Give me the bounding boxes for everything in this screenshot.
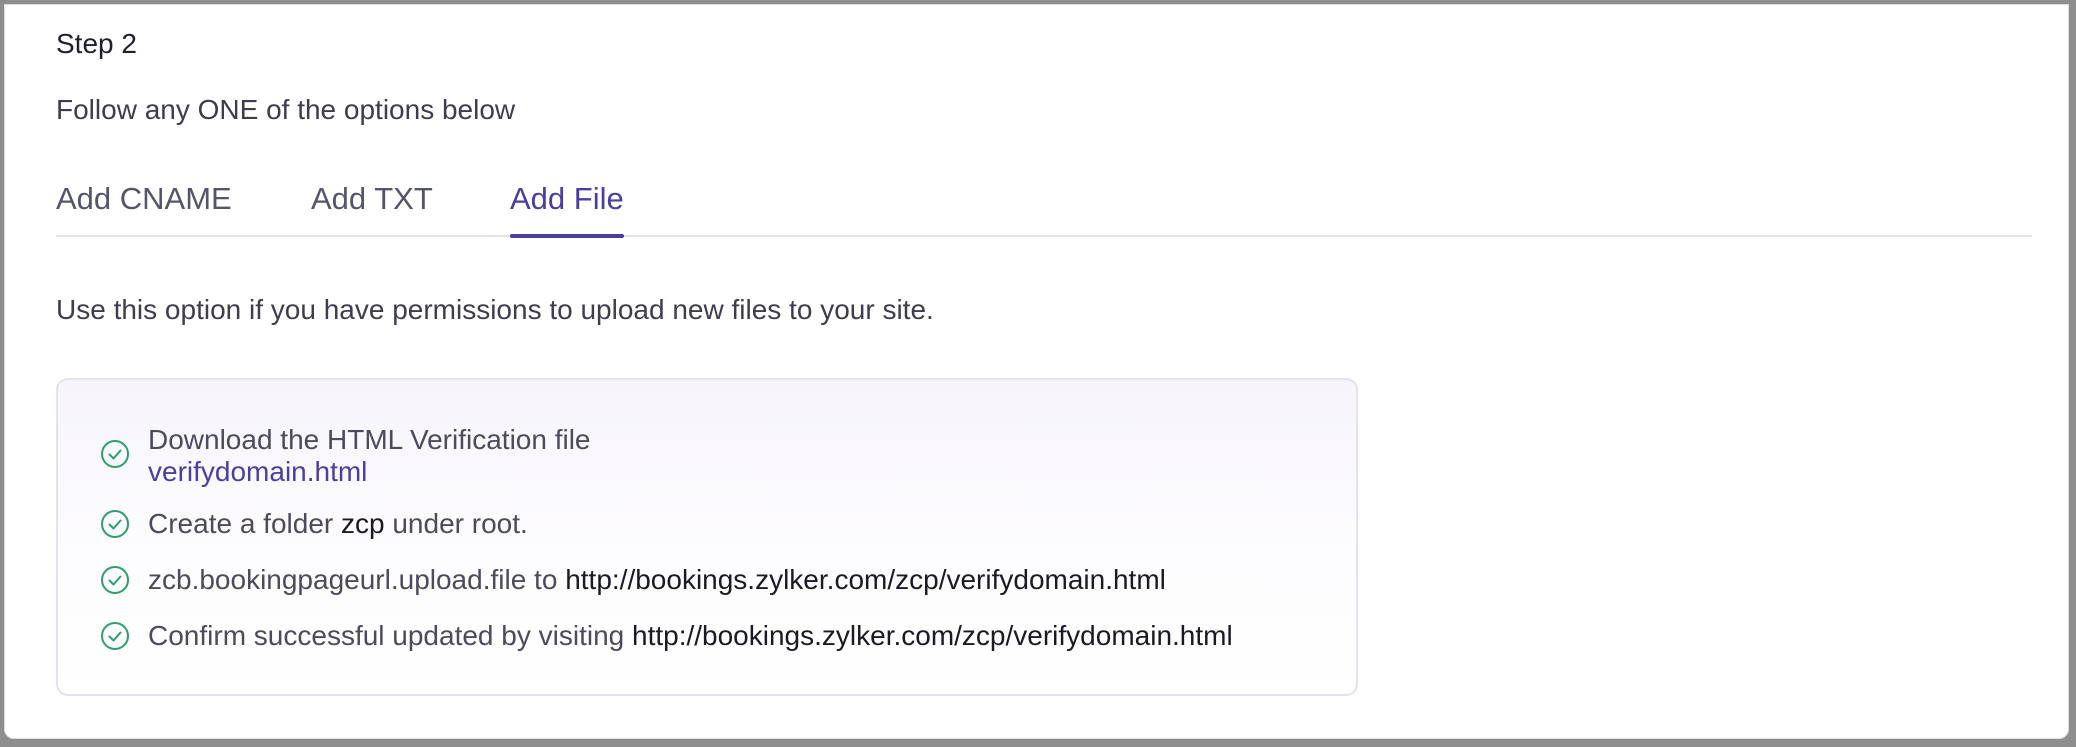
instruction-upload-text: zcb.bookingpageurl.upload.file to http:/… — [148, 564, 1166, 596]
confirm-prefix: Confirm successful updated by visiting — [148, 620, 625, 651]
check-circle-icon — [101, 440, 129, 468]
check-circle-icon — [101, 622, 129, 650]
step-card: Step 2 Follow any ONE of the options bel… — [4, 4, 2069, 739]
confirm-url: http://bookings.zylker.com/zcp/verifydom… — [632, 620, 1233, 651]
verification-tabs: Add CNAME Add TXT Add File — [56, 175, 2032, 238]
upload-url: http://bookings.zylker.com/zcp/verifydom… — [565, 564, 1166, 595]
download-file-link[interactable]: verifydomain.html — [148, 456, 591, 488]
option-description: Use this option if you have permissions … — [56, 294, 934, 325]
step-title: Step 2 — [56, 28, 137, 59]
check-circle-icon — [101, 566, 129, 594]
step-subtitle: Follow any ONE of the options below — [56, 94, 516, 125]
download-label: Download the HTML Verification file — [148, 424, 591, 455]
folder-name: zcp — [341, 508, 385, 539]
create-folder-suffix: under root. — [392, 508, 528, 539]
upload-prefix: zcb.bookingpageurl.upload.file to — [148, 564, 558, 595]
instruction-create-folder-text: Create a folder zcp under root. — [148, 508, 528, 540]
window-frame: Step 2 Follow any ONE of the options bel… — [0, 0, 2076, 747]
tab-add-cname[interactable]: Add CNAME — [56, 175, 232, 235]
instruction-download-text: Download the HTML Verification file veri… — [148, 424, 591, 488]
instruction-confirm-text: Confirm successful updated by visiting h… — [148, 620, 1233, 652]
tab-add-txt[interactable]: Add TXT — [311, 175, 433, 235]
instructions-panel: Download the HTML Verification file veri… — [56, 378, 1358, 696]
create-folder-prefix: Create a folder — [148, 508, 334, 539]
check-circle-icon — [101, 510, 129, 538]
tab-add-file[interactable]: Add File — [510, 175, 624, 238]
